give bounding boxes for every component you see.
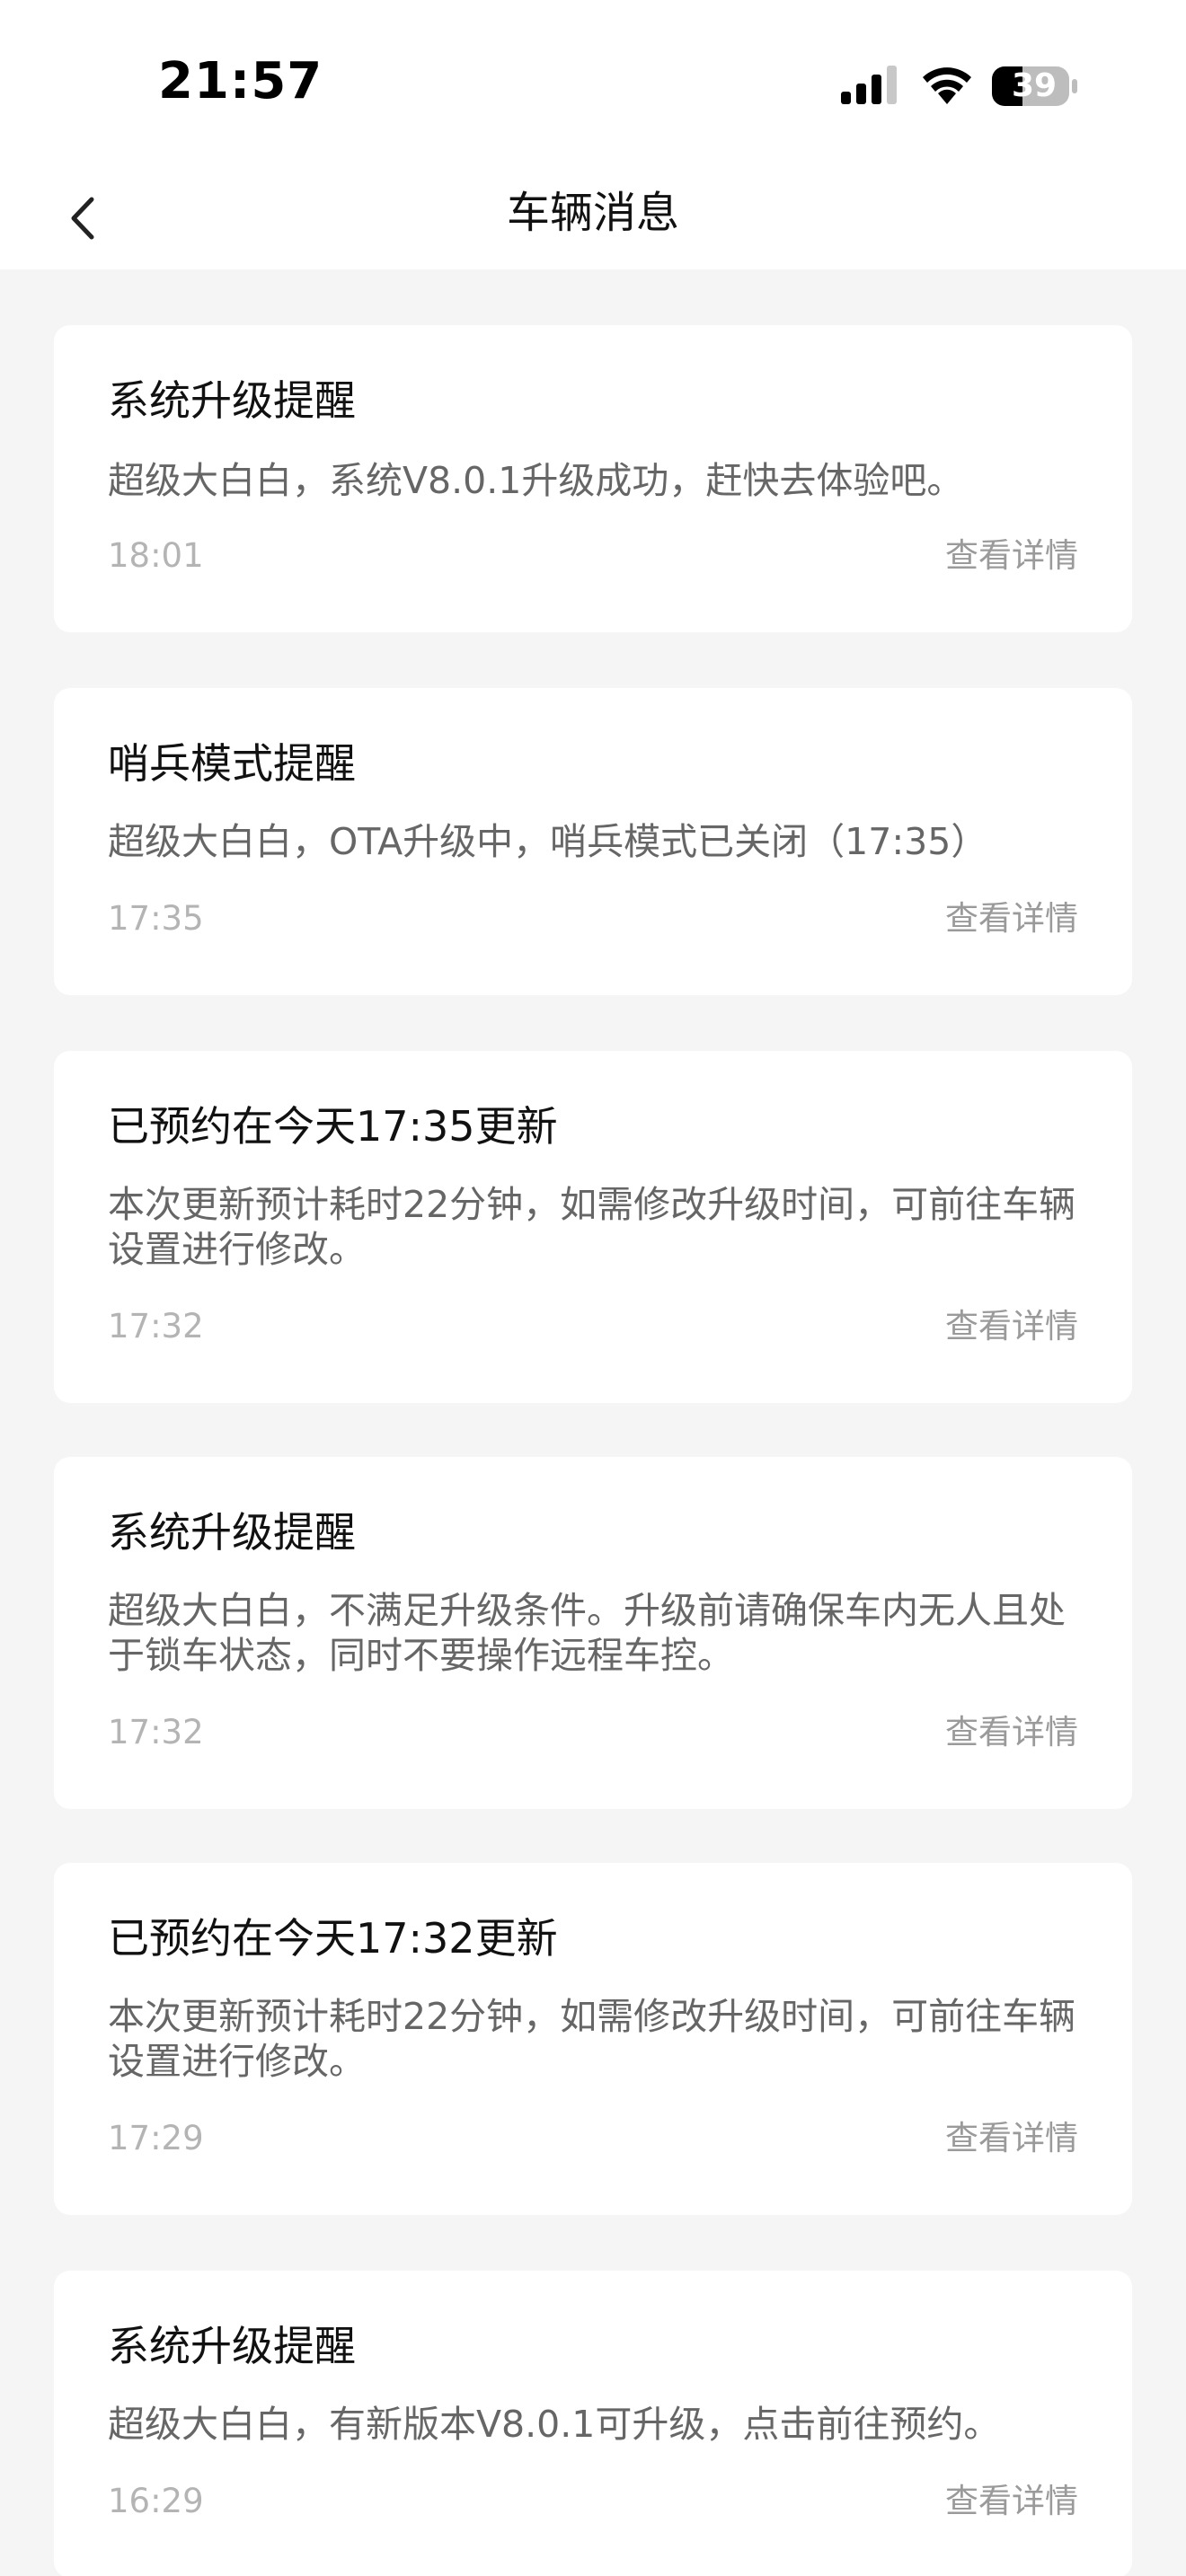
message-time: 17:35: [108, 899, 204, 938]
view-details-link[interactable]: 查看详情: [945, 534, 1078, 578]
view-details-link[interactable]: 查看详情: [945, 2116, 1078, 2161]
message-body: 超级大白白，系统V8.0.1升级成功，赶快去体验吧。: [108, 459, 964, 502]
message-title: 系统升级提醒: [108, 2322, 356, 2370]
page-title: 车辆消息: [506, 188, 679, 238]
message-card[interactable]: 哨兵模式提醒 超级大白白，OTA升级中，哨兵模式已关闭（17:35） 17:35…: [54, 688, 1132, 995]
battery-level: 39: [1011, 67, 1058, 104]
message-title: 系统升级提醒: [108, 376, 356, 425]
message-title: 已预约在今天17:35更新: [108, 1102, 558, 1151]
message-time: 17:29: [108, 2119, 204, 2157]
message-card[interactable]: 已预约在今天17:32更新 本次更新预计耗时22分钟，如需修改升级时间，可前往车…: [54, 1863, 1132, 2215]
screen: 21:57 39 车辆消息 系统升级提醒 超级大白白，系统V8.0.1升级成功，…: [0, 0, 1186, 2576]
message-time: 17:32: [108, 1713, 204, 1751]
status-time: 21:57: [158, 52, 323, 110]
nav-bar: 车辆消息: [0, 162, 1186, 269]
message-card[interactable]: 已预约在今天17:35更新 本次更新预计耗时22分钟，如需修改升级时间，可前往车…: [54, 1051, 1132, 1403]
message-time: 17:32: [108, 1307, 204, 1345]
view-details-link[interactable]: 查看详情: [945, 2479, 1078, 2524]
message-time: 16:29: [108, 2482, 204, 2520]
message-body: 超级大白白，有新版本V8.0.1可升级，点击前往预约。: [108, 2403, 1001, 2446]
view-details-link[interactable]: 查看详情: [945, 1304, 1078, 1349]
message-title: 已预约在今天17:32更新: [108, 1914, 558, 1963]
message-card[interactable]: 系统升级提醒 超级大白白，有新版本V8.0.1可升级，点击前往预约。 16:29…: [54, 2271, 1132, 2576]
message-time: 18:01: [108, 536, 204, 575]
message-title: 系统升级提醒: [108, 1508, 356, 1557]
message-card[interactable]: 系统升级提醒 超级大白白，不满足升级条件。升级前请确保车内无人且处于锁车状态，同…: [54, 1457, 1132, 1809]
wifi-icon: [923, 67, 971, 104]
message-body: 本次更新预计耗时22分钟，如需修改升级时间，可前往车辆设置进行修改。: [108, 1995, 1076, 2083]
status-bar: 21:57 39: [0, 0, 1186, 162]
message-body: 超级大白白，不满足升级条件。升级前请确保车内无人且处于锁车状态，同时不要操作远程…: [108, 1589, 1066, 1677]
message-body: 超级大白白，OTA升级中，哨兵模式已关闭（17:35）: [108, 820, 988, 863]
signal-icon: [841, 66, 897, 104]
message-body: 本次更新预计耗时22分钟，如需修改升级时间，可前往车辆设置进行修改。: [108, 1183, 1076, 1271]
message-card[interactable]: 系统升级提醒 超级大白白，系统V8.0.1升级成功，赶快去体验吧。 18:01 …: [54, 325, 1132, 632]
view-details-link[interactable]: 查看详情: [945, 1710, 1078, 1755]
message-title: 哨兵模式提醒: [108, 739, 356, 788]
view-details-link[interactable]: 查看详情: [945, 896, 1078, 941]
